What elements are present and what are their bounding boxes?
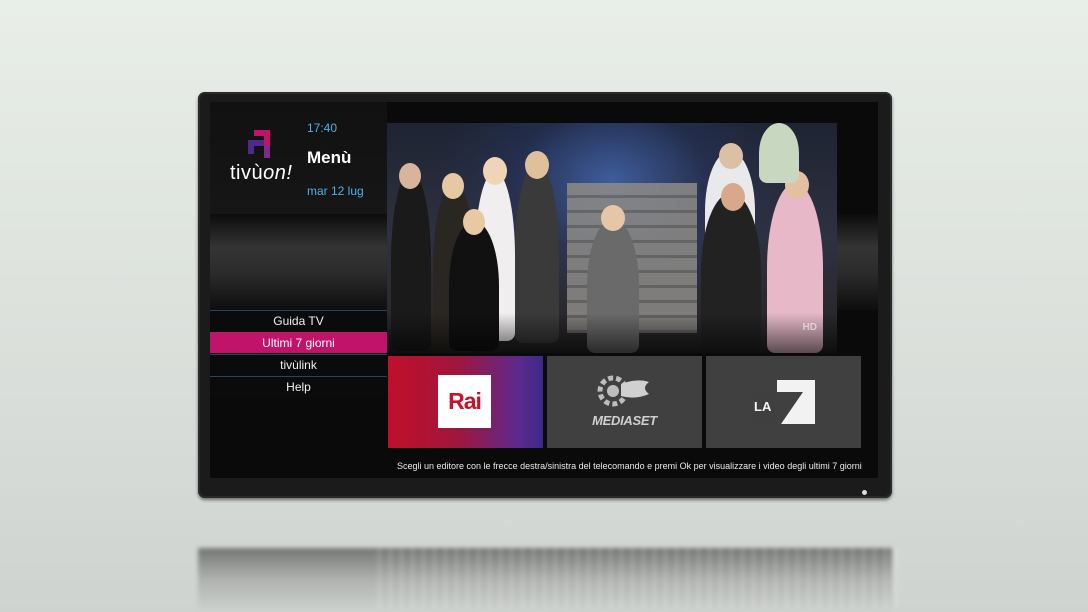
audience-head bbox=[399, 163, 421, 189]
audience-head bbox=[721, 183, 745, 211]
page-title: Menù bbox=[307, 148, 352, 167]
main-menu: Guida TV Ultimi 7 giorni tivùlink Help bbox=[210, 310, 387, 410]
current-date: mar 12 lug bbox=[307, 184, 364, 198]
tivuon-logo-text: tivùon! bbox=[230, 162, 292, 185]
clock-time: 17:40 bbox=[307, 121, 338, 135]
audience-head bbox=[483, 157, 507, 185]
audience-head bbox=[463, 209, 485, 235]
channel-tile-la7[interactable]: LA bbox=[706, 356, 861, 448]
svg-text:LA: LA bbox=[754, 399, 772, 414]
power-led-icon bbox=[862, 490, 867, 495]
logo-text-accent: on! bbox=[263, 162, 293, 184]
la7-logo-icon: LA bbox=[753, 380, 815, 424]
menu-item-help[interactable]: Help bbox=[210, 376, 387, 397]
audience-figure bbox=[759, 123, 799, 183]
channel-tile-mediaset[interactable]: MEDIASET bbox=[547, 356, 702, 448]
video-bottom-shade bbox=[387, 313, 837, 353]
audience-head bbox=[442, 173, 464, 199]
mediaset-logo-label: MEDIASET bbox=[592, 413, 657, 428]
reflection-stripes bbox=[378, 548, 898, 608]
rai-logo-icon: Rai bbox=[438, 375, 491, 428]
menu-item-guida-tv[interactable]: Guida TV bbox=[210, 310, 387, 331]
host-head bbox=[601, 205, 625, 231]
rai-logo-label: Rai bbox=[448, 388, 482, 414]
header-panel: tivùon! 17:40 Menù mar 12 lug bbox=[210, 102, 387, 214]
tv-reflection bbox=[198, 548, 898, 612]
hd-badge: HD bbox=[802, 322, 817, 333]
video-preview[interactable]: HD bbox=[387, 123, 837, 353]
audience-head bbox=[525, 151, 549, 179]
instruction-hint: Scegli un editore con le frecce destra/s… bbox=[397, 461, 862, 471]
tv-screen: tivùon! 17:40 Menù mar 12 lug Guida TV U… bbox=[210, 102, 878, 478]
logo-text-main: tivù bbox=[230, 162, 264, 184]
channel-tile-rai[interactable]: Rai bbox=[388, 356, 543, 448]
audience-head bbox=[719, 143, 743, 169]
mediaset-biscione-icon bbox=[597, 375, 649, 407]
menu-item-ultimi-7-giorni[interactable]: Ultimi 7 giorni bbox=[210, 332, 387, 353]
menu-item-tivulink[interactable]: tivùlink bbox=[210, 354, 387, 375]
